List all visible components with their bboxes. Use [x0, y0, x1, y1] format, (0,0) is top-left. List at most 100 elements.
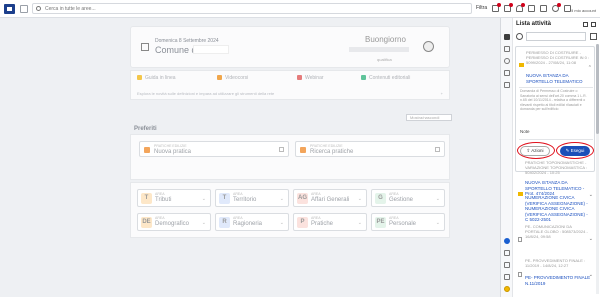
close-icon[interactable]	[591, 22, 596, 27]
divider	[519, 139, 593, 140]
area-tributi[interactable]: T AREA Tributi ⌄	[137, 189, 211, 207]
chevron-down-icon[interactable]: ⌄	[436, 220, 440, 226]
location-icon[interactable]	[504, 238, 510, 244]
chart-icon[interactable]	[504, 46, 510, 52]
box-icon[interactable]	[504, 3, 513, 12]
chevron-down-icon[interactable]: ⌄	[589, 192, 593, 198]
search-input[interactable]	[45, 5, 445, 13]
area-icon: T	[141, 193, 152, 204]
current-date: Domenica 8 Settembre 2024	[155, 38, 219, 44]
area-label: Personale	[389, 221, 417, 227]
notification-badge	[557, 3, 561, 7]
area-tag: AREA	[233, 192, 243, 196]
search-icon	[36, 6, 41, 11]
chevron-down-icon[interactable]: ⌄	[589, 236, 593, 242]
filter-button[interactable]: Filtra	[476, 5, 487, 11]
grid-icon[interactable]	[504, 274, 510, 280]
refresh-icon[interactable]	[516, 33, 523, 40]
area-personale[interactable]: PE AREA Personale ⌄	[371, 213, 445, 231]
user-account-link[interactable]: Il mio account	[571, 8, 596, 13]
add-quicklink-icon[interactable]: +	[441, 91, 443, 96]
global-search[interactable]	[32, 3, 472, 14]
activity-item[interactable]: PE- PROVVEDIMENTO FINALE : 11/2019 - 14/…	[515, 258, 595, 292]
external-link-icon[interactable]	[279, 147, 284, 152]
quicklink-guida[interactable]: Guida in linea	[137, 75, 176, 81]
activity-panel: Lista attività PERMESSO DI COSTRUIRE - P…	[500, 18, 600, 297]
divider	[519, 87, 593, 88]
expand-icon[interactable]	[590, 33, 597, 40]
area-icon: AG	[297, 193, 308, 204]
highlight-ring	[556, 142, 594, 159]
minimize-icon[interactable]	[583, 22, 588, 27]
notification-badge	[509, 3, 513, 7]
favorite-label: Nuova pratica	[154, 149, 192, 155]
bell-icon[interactable]	[516, 3, 525, 12]
greeting: Buongiorno	[365, 35, 406, 44]
book-icon	[137, 75, 142, 81]
area-affari-generali[interactable]: AG AREA Affari Generali ⌄	[293, 189, 367, 207]
favorite-nuova-pratica[interactable]: PRATICHE EDILIZIE Nuova pratica	[139, 141, 289, 157]
notification-badge	[521, 3, 525, 7]
chevron-down-icon[interactable]: ⌄	[358, 196, 362, 202]
chevron-down-icon[interactable]: ⌄	[280, 220, 284, 226]
area-tag: AREA	[311, 192, 321, 196]
quicklink-webinar[interactable]: Webinar	[297, 75, 324, 81]
download-icon[interactable]	[564, 5, 571, 12]
chevron-down-icon[interactable]: ⌄	[202, 220, 206, 226]
document-icon	[361, 75, 366, 81]
cart-icon[interactable]	[492, 3, 501, 12]
area-territorio[interactable]: T AREA Territorio ⌄	[215, 189, 289, 207]
activity-card-expanded[interactable]: PERMESSO DI COSTRUIRE - PERMESSO DI COST…	[515, 46, 595, 172]
favorites-title: Preferiti	[134, 126, 157, 132]
area-label: Ragioneria	[233, 221, 263, 227]
quicklink-videocorsi[interactable]: Videocorsi	[217, 75, 248, 81]
activity-header: PRATICHE TOPONOMASTICHE - VARIAZIONE TOP…	[525, 160, 588, 175]
area-label: Tributi	[155, 197, 172, 203]
user-name-redacted	[349, 47, 409, 52]
area-label: Territorio	[233, 197, 257, 203]
show-hide-button[interactable]: Mostra/nascondi	[406, 114, 452, 121]
activity-title[interactable]: NUOVA ISTANZA DA SPORTELLO TELEMATICO	[526, 73, 592, 84]
quick-links: Guida in linea Videocorsi Webinar Conten…	[130, 70, 450, 100]
gear-icon[interactable]	[504, 250, 510, 256]
area-label: Affari Generali	[311, 197, 350, 203]
area-icon: DE	[141, 217, 152, 228]
activity-item[interactable]: PRATICHE TOPONOMASTICHE - VARIAZIONE TOP…	[515, 160, 595, 226]
panel-toolbar	[516, 32, 598, 42]
quicklink-contenuti[interactable]: Contenuti editoriali	[361, 75, 410, 81]
apps-menu-icon[interactable]	[20, 5, 28, 13]
chevron-down-icon[interactable]: ⌄	[436, 196, 440, 202]
grid-icon[interactable]	[528, 5, 535, 12]
chevron-down-icon[interactable]: ⌄	[202, 196, 206, 202]
top-bar: Filtra Il mio account	[0, 0, 600, 18]
activity-header: PERMESSO DI COSTRUIRE - PERMESSO DI COST…	[526, 50, 590, 65]
area-pratiche[interactable]: P AREA Pratiche ⌄	[293, 213, 367, 231]
settings-icon[interactable]	[504, 82, 510, 88]
activity-title[interactable]: PE- PROVVEDIMENTO FINALE N.11/2019	[525, 275, 591, 286]
calendar-icon[interactable]	[504, 70, 510, 76]
avatar[interactable]	[423, 41, 434, 52]
scrollbar-thumb[interactable]	[596, 44, 599, 134]
list-icon[interactable]	[504, 34, 510, 40]
area-gestione[interactable]: G AREA Gestione ⌄	[371, 189, 445, 207]
comune-label: Comune di	[155, 45, 199, 55]
folder-icon	[300, 147, 306, 153]
chevron-down-icon[interactable]: ⌄	[358, 220, 362, 226]
activity-item[interactable]: PE- COMUNICAZIONI DA PORTALE GLOBO : 508…	[515, 224, 595, 254]
clock-icon[interactable]	[504, 58, 510, 64]
chevron-down-icon[interactable]: ⌄	[280, 196, 284, 202]
area-ragioneria[interactable]: R AREA Ragioneria ⌄	[215, 213, 289, 231]
mail-icon[interactable]	[540, 5, 547, 12]
chevron-up-icon[interactable]: ⌃	[588, 65, 592, 71]
external-link-icon[interactable]	[435, 147, 440, 152]
area-tag: AREA	[389, 192, 399, 196]
pin-icon[interactable]	[552, 3, 561, 12]
help-icon[interactable]	[504, 286, 510, 292]
area-demografico[interactable]: DE AREA Demografico ⌄	[137, 213, 211, 231]
panel-filter-field[interactable]	[526, 32, 586, 41]
chevron-down-icon[interactable]: ⌄	[589, 272, 593, 278]
text-icon[interactable]	[504, 262, 510, 268]
app-logo[interactable]	[4, 4, 15, 14]
favorite-ricerca-pratiche[interactable]: PRATICHE EDILIZIE Ricerca pratiche	[295, 141, 445, 157]
area-icon: T	[219, 193, 230, 204]
